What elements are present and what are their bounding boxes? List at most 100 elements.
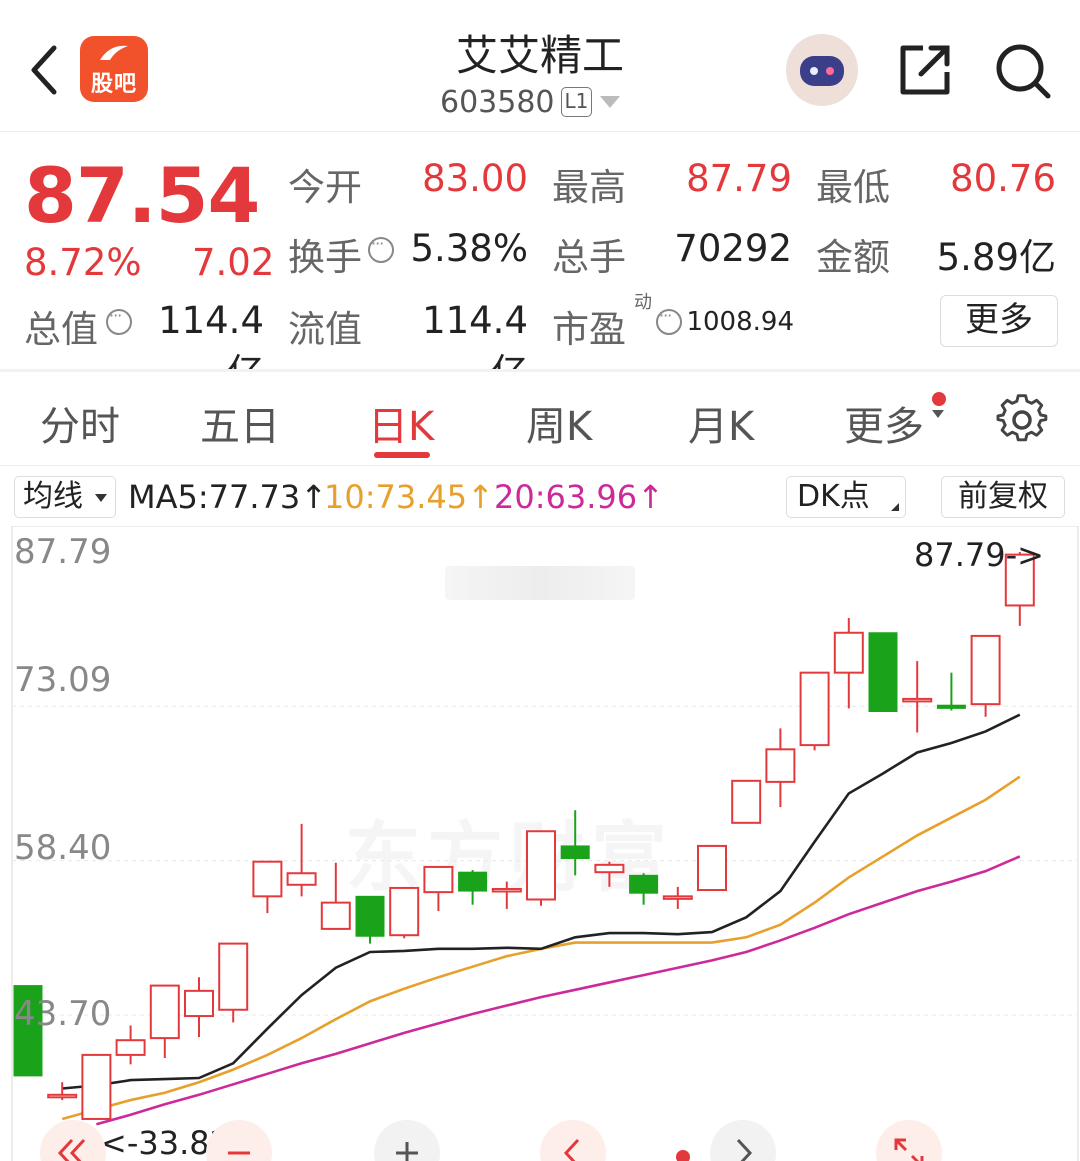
y-tick-label: 87.79 [14,532,112,572]
amount-value: 5.89亿 [936,236,1056,279]
plus-icon [396,1142,418,1161]
minus-icon [228,1151,250,1155]
high-value: 87.79 [686,157,792,200]
candle-body-down [629,874,659,894]
candle-body-up [286,872,317,886]
candle-body-up [594,863,625,874]
stock-name[interactable]: 艾艾精工 [340,22,740,83]
change-amount: 7.02 [192,241,275,284]
volume-label: 总手 [552,236,626,279]
chevron-left-icon [563,1138,580,1161]
share-icon[interactable] [895,40,955,100]
candle-body-down [458,871,488,892]
chevron-down-icon [600,96,621,108]
candle-body-up [252,860,283,898]
guba-logo-button[interactable]: 股吧 [80,36,148,102]
candle-body-down [936,704,966,709]
float-cap-label: 流值 [288,308,362,351]
y-tick-label: 58.40 [14,828,112,868]
turnover-value: 5.38% [410,227,528,270]
candle-body-up [389,886,420,937]
top-navigation-bar: 股吧 艾艾精工 603580 L1 [0,0,1080,132]
candle-body-up [47,1093,78,1099]
fullscreen-button[interactable] [876,1120,942,1161]
candle-body-up [423,865,454,894]
candle-body-up [765,748,796,783]
more-quote-button[interactable]: 更多 [940,295,1058,347]
tab-weekly-k[interactable]: 周K [526,394,592,452]
chevron-right-icon [736,1138,753,1161]
low-label: 最低 [816,166,890,209]
notification-dot [932,392,946,406]
open-value: 83.00 [422,157,528,200]
pe-value: 1008.94 [686,307,794,337]
guba-logo-text: 股吧 [90,72,137,97]
search-icon[interactable] [992,40,1054,102]
kline-chart-svg [11,526,1079,1161]
moving-average-bar: 均线 MA5:77.73↑ 10:73.45↑ 20:63.96↑ DK点 前复… [0,468,1080,526]
current-price: 87.54 [24,151,260,240]
candle-body-up [81,1053,112,1120]
double-chevron-left-icon [57,1138,86,1161]
gear-icon[interactable] [996,394,1048,446]
pe-dynamic-superscript: 动 [634,292,652,313]
guba-logo-icon [100,45,128,60]
tab-daily-k[interactable]: 日K [368,394,434,452]
candle-body-up [697,844,727,892]
forward-adjust-button[interactable]: 前复权 [941,476,1065,518]
expand-icon [894,1138,924,1161]
dk-point-button[interactable]: DK点 [786,476,906,518]
candle-body-up [491,887,522,893]
turnover-info-icon[interactable] [368,234,394,263]
scroll-left-fast-button[interactable] [40,1120,106,1161]
active-tab-indicator [374,452,430,458]
market-cap-label: 总值 [24,308,98,351]
zoom-out-button[interactable] [206,1120,272,1161]
high-price-annotation: 87.79-> [914,536,1044,574]
candle-body-up [115,1039,146,1056]
turnover-label: 换手 [288,236,362,279]
high-label: 最高 [552,166,626,209]
candle-body-up [149,984,180,1040]
candle-body-up [799,671,830,747]
volume-value: 70292 [674,227,792,270]
dk-point-label: DK点 [797,479,870,514]
y-tick-label: 73.09 [14,660,112,700]
chevron-down-icon [932,410,944,418]
pe-info-icon[interactable] [656,306,682,335]
candle-body-up [970,634,1001,706]
ma10-value: 10:73.45↑ [324,478,494,516]
tab-five-day[interactable]: 五日 [200,394,280,452]
candle-body-down [560,845,590,860]
level-badge: L1 [560,87,593,117]
candle-body-up [320,901,351,930]
candle-body-up [833,631,864,674]
market-cap-info-icon[interactable] [106,306,132,335]
candle-body-down [355,895,385,937]
scroll-right-button[interactable] [710,1120,776,1161]
corner-triangle-icon [891,503,899,511]
tab-monthly-k[interactable]: 月K [688,394,754,452]
back-arrow-icon[interactable] [22,40,68,100]
indicator-select[interactable]: 均线 [14,476,116,518]
ai-assistant-robot-icon[interactable] [786,34,858,106]
candle-body-up [662,895,693,900]
candle-body-up [184,989,214,1018]
candle-body-down [868,632,898,713]
candle-body-up [902,697,933,703]
stock-code-row[interactable]: 603580 L1 [440,84,621,120]
amount-label: 金额 [816,236,890,279]
kline-chart[interactable]: 东方财富 87.79 73.09 58.40 43.70 87.79-> <-3… [0,526,1080,1161]
candle-body-up [731,779,762,824]
low-value: 80.76 [950,157,1056,200]
chart-period-tabs: 分时 五日 日K 周K 月K 更多 [0,372,1080,466]
tab-more[interactable]: 更多 [844,394,924,452]
stock-code: 603580 [440,84,555,120]
zoom-in-button[interactable] [374,1120,440,1161]
scroll-left-button[interactable] [540,1120,606,1161]
tab-intraday[interactable]: 分时 [40,394,120,452]
change-percent: 8.72% [24,241,142,284]
quote-panel: 87.54 8.72% 7.02 今开 83.00 最高 87.79 最低 80… [0,133,1080,394]
y-tick-label: 43.70 [14,994,112,1034]
pe-label: 市盈 [552,308,626,351]
